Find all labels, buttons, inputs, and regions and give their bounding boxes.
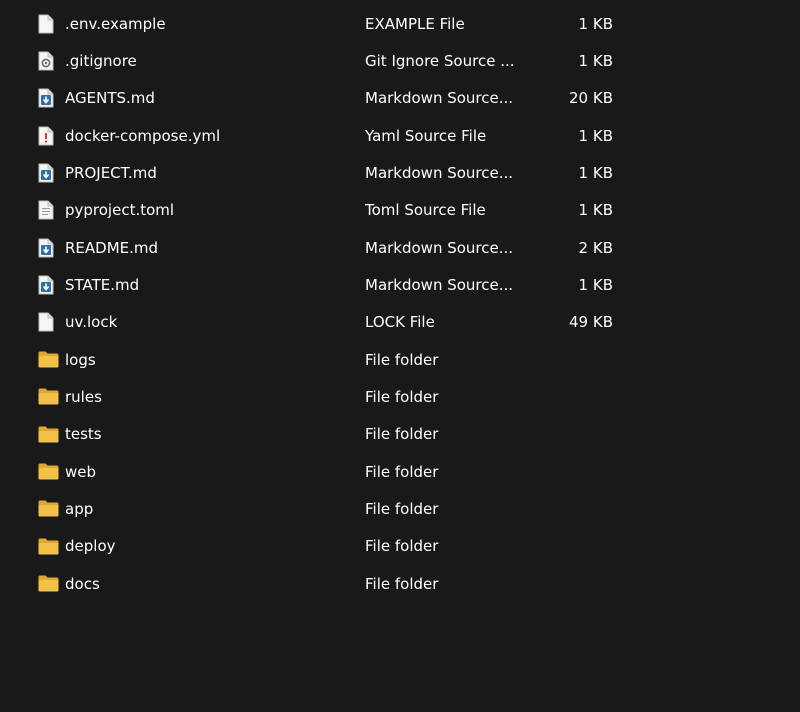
item-size: 20 KB (569, 89, 613, 108)
item-name: PROJECT.md (65, 163, 157, 182)
file-icon (38, 14, 60, 34)
folder-row[interactable]: rules File folder (0, 378, 800, 415)
folder-row[interactable]: logs File folder (0, 341, 800, 378)
file-row[interactable]: PROJECT.md Markdown Source... 1 KB (0, 154, 800, 191)
item-name: logs (65, 350, 96, 369)
item-name: web (65, 462, 97, 481)
yaml-file-icon (38, 126, 60, 146)
folder-icon (38, 574, 60, 594)
item-size: 49 KB (569, 313, 613, 332)
item-name: .env.example (65, 14, 166, 33)
item-name: README.md (65, 238, 159, 257)
item-size: 1 KB (578, 14, 613, 33)
item-size: 1 KB (578, 201, 613, 220)
markdown-file-icon (38, 88, 60, 108)
item-type: Git Ignore Source ... (365, 51, 515, 70)
item-type: File folder (365, 537, 439, 556)
item-name: pyproject.toml (65, 201, 175, 220)
item-name: docker-compose.yml (65, 126, 221, 145)
item-type: File folder (365, 387, 439, 406)
item-size: 1 KB (578, 126, 613, 145)
file-row[interactable]: pyproject.toml Toml Source File 1 KB (0, 192, 800, 229)
settings-file-icon (38, 51, 60, 71)
item-type: Markdown Source... (365, 89, 514, 108)
folder-icon (38, 536, 60, 556)
item-name: tests (65, 425, 102, 444)
item-type: LOCK File (365, 313, 435, 332)
item-type: File folder (365, 350, 439, 369)
folder-row[interactable]: web File folder (0, 453, 800, 490)
file-row[interactable]: README.md Markdown Source... 2 KB (0, 229, 800, 266)
folder-row[interactable]: docs File folder (0, 565, 800, 602)
file-row[interactable]: docker-compose.yml Yaml Source File 1 KB (0, 117, 800, 154)
item-name: STATE.md (65, 275, 140, 294)
folder-icon (38, 462, 60, 482)
file-icon (38, 312, 60, 332)
file-row[interactable]: .gitignore Git Ignore Source ... 1 KB (0, 42, 800, 79)
folder-row[interactable]: app File folder (0, 490, 800, 527)
folder-icon (38, 387, 60, 407)
text-file-icon (38, 200, 60, 220)
item-type: File folder (365, 462, 439, 481)
markdown-file-icon (38, 275, 60, 295)
item-name: AGENTS.md (65, 89, 155, 108)
item-size: 1 KB (578, 51, 613, 70)
folder-row[interactable]: tests File folder (0, 416, 800, 453)
item-name: deploy (65, 537, 116, 556)
item-name: app (65, 499, 94, 518)
item-size: 2 KB (578, 238, 613, 257)
item-type: EXAMPLE File (365, 14, 465, 33)
item-name: .gitignore (65, 51, 137, 70)
item-type: File folder (365, 499, 439, 518)
item-size: 1 KB (578, 163, 613, 182)
item-size: 1 KB (578, 275, 613, 294)
item-type: Toml Source File (365, 201, 486, 220)
folder-row[interactable]: deploy File folder (0, 528, 800, 565)
file-list: .env.example EXAMPLE File 1 KB .gitignore G… (0, 5, 800, 602)
item-type: Yaml Source File (365, 126, 487, 145)
item-name: docs (65, 574, 100, 593)
markdown-file-icon (38, 163, 60, 183)
folder-icon (38, 350, 60, 370)
item-name: rules (65, 387, 102, 406)
item-name: uv.lock (65, 313, 118, 332)
item-type: Markdown Source... (365, 275, 514, 294)
item-type: Markdown Source... (365, 238, 514, 257)
folder-icon (38, 499, 60, 519)
item-type: File folder (365, 574, 439, 593)
file-row[interactable]: AGENTS.md Markdown Source... 20 KB (0, 80, 800, 117)
file-row[interactable]: STATE.md Markdown Source... 1 KB (0, 266, 800, 303)
markdown-file-icon (38, 238, 60, 258)
file-row[interactable]: .env.example EXAMPLE File 1 KB (0, 5, 800, 42)
file-row[interactable]: uv.lock LOCK File 49 KB (0, 304, 800, 341)
item-type: File folder (365, 425, 439, 444)
folder-icon (38, 424, 60, 444)
item-type: Markdown Source... (365, 163, 514, 182)
